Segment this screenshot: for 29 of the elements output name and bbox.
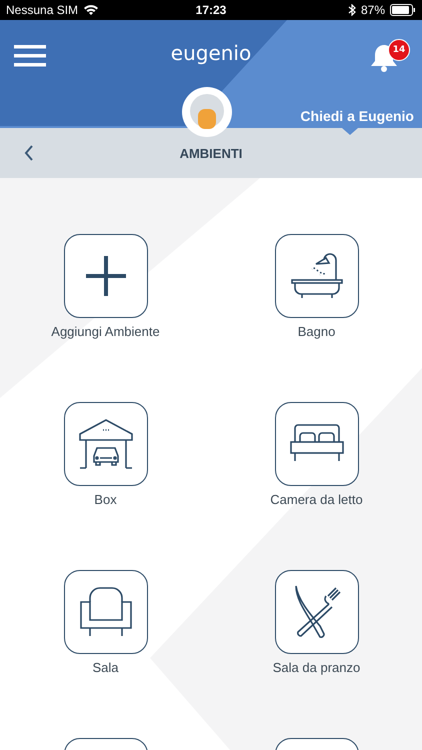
- menu-button[interactable]: [14, 44, 46, 68]
- room-tile[interactable]: [274, 402, 358, 486]
- notifications-button[interactable]: 14: [370, 39, 410, 73]
- page-title: AMBIENTI: [180, 146, 242, 160]
- carrier-name: Nessuna SIM: [6, 3, 78, 17]
- room-label: Camera da letto: [270, 492, 363, 507]
- plus-icon: [86, 256, 126, 296]
- wifi-icon: [83, 4, 100, 16]
- back-button[interactable]: [24, 145, 34, 161]
- room-label: Aggiungi Ambiente: [51, 324, 160, 339]
- bed-icon: [290, 424, 344, 464]
- room-tile[interactable]: [64, 234, 148, 318]
- notification-badge: 14: [388, 39, 410, 61]
- room-label: Sala da pranzo: [272, 660, 360, 675]
- battery-percentage: 87%: [360, 3, 385, 17]
- room-tile[interactable]: [274, 570, 358, 654]
- room-tile[interactable]: [274, 234, 358, 318]
- status-time: 17:23: [196, 3, 226, 17]
- armchair-icon: [78, 586, 132, 638]
- room-tile[interactable]: [64, 402, 148, 486]
- ask-assistant-tab[interactable]: Chiedi a Eugenio: [300, 108, 414, 124]
- room-label: Bagno: [298, 324, 336, 339]
- battery-icon: [390, 4, 416, 16]
- room-label: Sala: [92, 660, 119, 675]
- app-logo: eugenio: [170, 41, 252, 65]
- garage-car-icon: [78, 418, 132, 470]
- bluetooth-icon: [348, 4, 356, 16]
- room-label: Box: [94, 492, 117, 507]
- room-tile[interactable]: [64, 570, 148, 654]
